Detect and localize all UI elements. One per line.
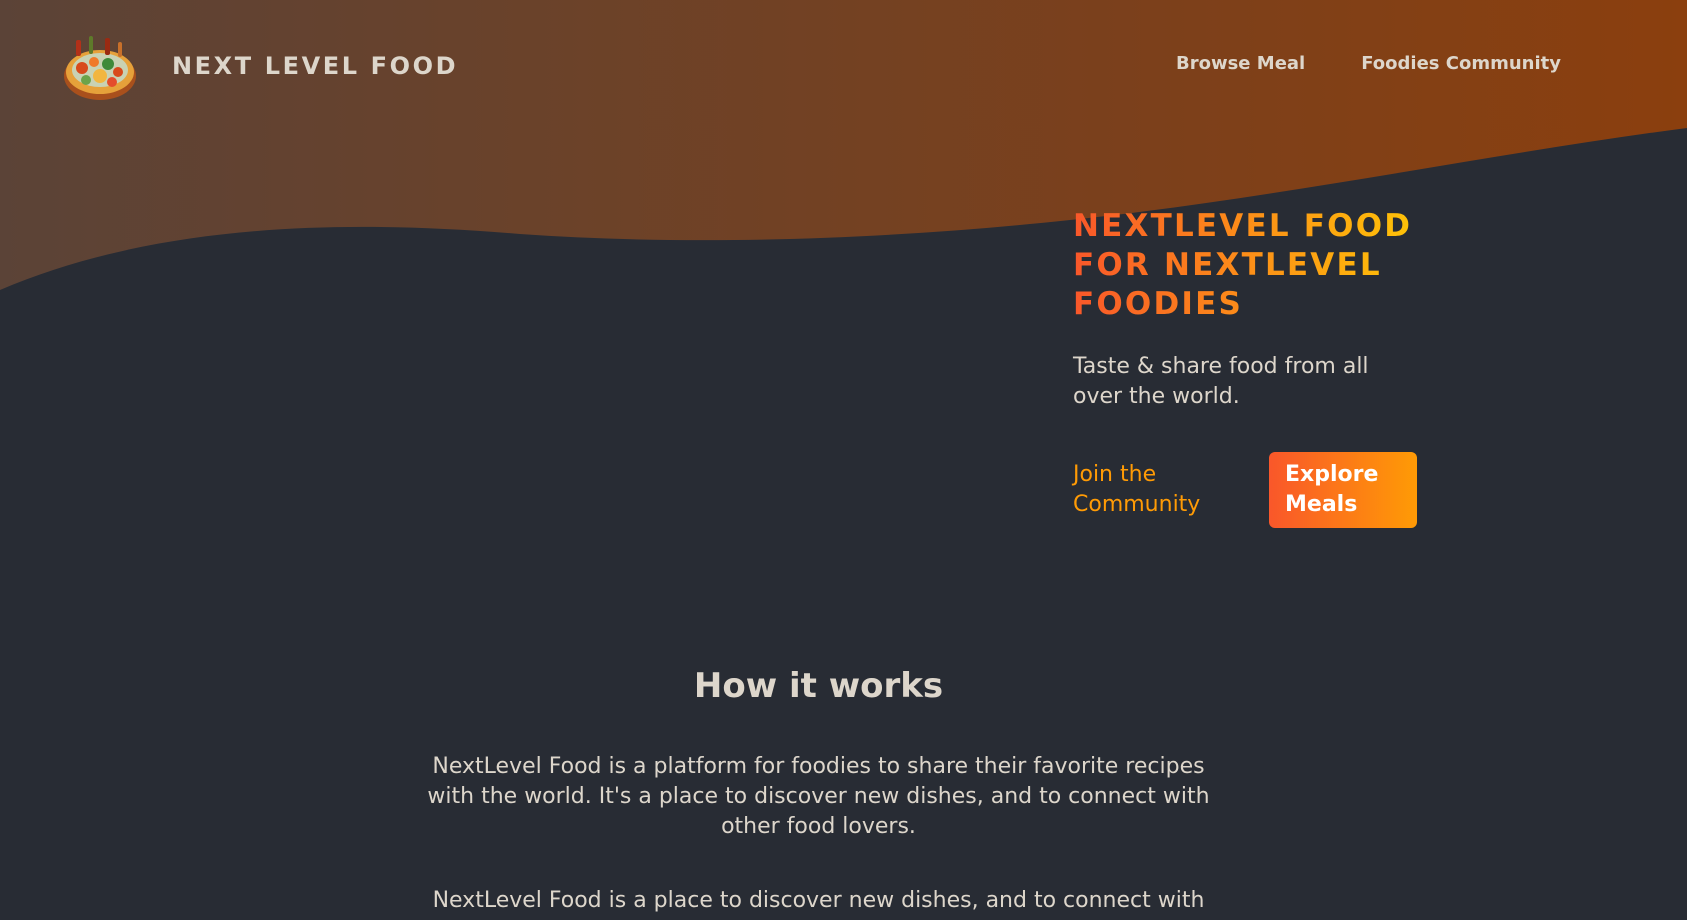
main-nav: Browse Meal Foodies Community xyxy=(1176,53,1561,74)
site-header: NEXT LEVEL FOOD Browse Meal Foodies Comm… xyxy=(0,0,1687,134)
site-logo-text: NEXT LEVEL FOOD xyxy=(172,52,459,80)
hero-section: NEXTLEVEL FOOD FOR NEXTLEVEL FOODIES Tas… xyxy=(1073,207,1433,528)
nav-foodies-community[interactable]: Foodies Community xyxy=(1361,53,1561,74)
food-plate-logo-icon xyxy=(64,36,136,100)
hero-title: NEXTLEVEL FOOD FOR NEXTLEVEL FOODIES xyxy=(1073,207,1433,324)
join-community-link[interactable]: Join the Community xyxy=(1073,460,1253,520)
home-logo-link[interactable]: NEXT LEVEL FOOD xyxy=(60,28,458,104)
how-it-works-paragraph: NextLevel Food is a platform for foodies… xyxy=(427,754,1210,839)
nav-browse-meal[interactable]: Browse Meal xyxy=(1176,53,1305,74)
hero-subtitle: Taste & share food from all over the wor… xyxy=(1073,354,1369,409)
how-it-works-title: How it works xyxy=(693,666,944,706)
hero-cta-group: Join the Community Explore Meals xyxy=(1073,452,1433,528)
how-it-works-paragraph: NextLevel Food is a place to discover ne… xyxy=(432,888,1205,913)
page: NEXT LEVEL FOOD Browse Meal Foodies Comm… xyxy=(0,0,1687,920)
explore-meals-button[interactable]: Explore Meals xyxy=(1269,452,1417,528)
how-it-works-section: How it works NextLevel Food is a platfor… xyxy=(0,660,1637,916)
